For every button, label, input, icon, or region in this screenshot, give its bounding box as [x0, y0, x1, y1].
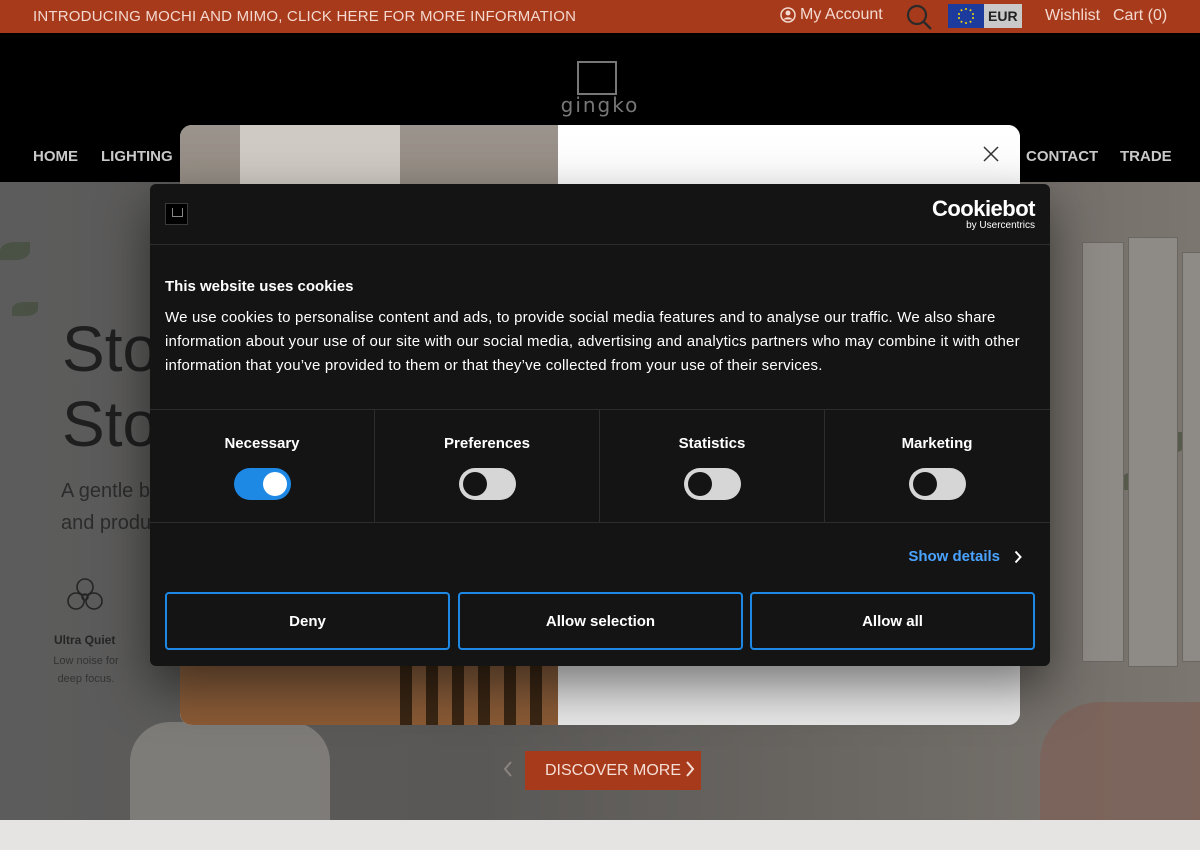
- flower-icon: [67, 578, 103, 610]
- deny-button[interactable]: Deny: [165, 592, 450, 650]
- hero-subtext-line: A gentle b: [61, 480, 150, 502]
- user-icon: [780, 7, 796, 23]
- category-marketing: Marketing: [825, 410, 1050, 523]
- cart-link[interactable]: Cart (0): [1113, 7, 1167, 25]
- chevron-left-icon[interactable]: [502, 760, 514, 778]
- category-label: Statistics: [678, 435, 746, 452]
- toggle-knob: [463, 472, 487, 496]
- feature-description: Low noise for deep focus.: [53, 655, 119, 685]
- site-logo-small: [165, 203, 188, 225]
- category-label: Necessary: [224, 435, 300, 452]
- close-icon[interactable]: [982, 145, 1000, 163]
- cookie-title: This website uses cookies: [165, 278, 354, 295]
- category-label: Marketing: [901, 435, 973, 452]
- statistics-toggle[interactable]: [684, 468, 741, 500]
- hero-headline-line: Sto: [62, 313, 159, 385]
- logo-wordmark: gingko: [560, 93, 640, 117]
- currency-selector[interactable]: EUR: [948, 4, 1022, 28]
- toggle-knob: [913, 472, 937, 496]
- discover-more-label: DISCOVER MORE: [545, 761, 682, 779]
- cookiebot-by: by Usercentrics: [966, 220, 1035, 231]
- site-logo[interactable]: gingko: [555, 59, 645, 117]
- logo-mark: [577, 61, 617, 95]
- cookie-description: We use cookies to personalise content an…: [165, 309, 1020, 374]
- category-preferences: Preferences: [375, 410, 600, 523]
- my-account-link[interactable]: My Account: [780, 6, 883, 24]
- promo-link[interactable]: INTRODUCING MOCHI AND MIMO, CLICK HERE F…: [33, 8, 576, 25]
- cookie-categories: Necessary Preferences Statistics Marketi…: [150, 409, 1050, 523]
- page-footer-strip: [0, 820, 1200, 850]
- cookiebot-logo[interactable]: Cookiebot by Usercentrics: [931, 196, 1036, 232]
- allow-all-button[interactable]: Allow all: [750, 592, 1035, 650]
- cookie-consent-dialog: Cookiebot by Usercentrics This website u…: [150, 184, 1050, 666]
- mug-image: [130, 722, 330, 820]
- search-icon: [906, 4, 932, 30]
- chevron-right-icon: [686, 761, 695, 777]
- necessary-toggle[interactable]: [234, 468, 291, 500]
- category-label: Preferences: [444, 435, 530, 452]
- book-spine: [1082, 242, 1124, 662]
- nav-contact[interactable]: CONTACT: [1026, 148, 1098, 165]
- chevron-right-icon: [1014, 550, 1022, 563]
- cookie-dialog-header: Cookiebot by Usercentrics: [150, 184, 1050, 245]
- search-button[interactable]: [905, 3, 933, 36]
- nav-lighting[interactable]: LIGHTING: [101, 148, 173, 165]
- category-necessary: Necessary: [150, 410, 375, 523]
- allow-selection-button[interactable]: Allow selection: [458, 592, 743, 650]
- nav-home[interactable]: HOME: [33, 148, 78, 165]
- discover-more-button[interactable]: DISCOVER MORE: [525, 751, 701, 790]
- plant-leaf: [12, 302, 38, 316]
- my-account-label: My Account: [800, 6, 883, 23]
- hand-image: [1040, 702, 1200, 820]
- toggle-knob: [688, 472, 712, 496]
- cookiebot-brand: Cookiebot: [931, 196, 1036, 221]
- nav-trade[interactable]: TRADE: [1120, 148, 1172, 165]
- plant-leaf: [0, 242, 30, 260]
- category-statistics: Statistics: [600, 410, 825, 523]
- currency-code: EUR: [988, 8, 1018, 24]
- book-spine: [1128, 237, 1178, 667]
- eu-flag-icon: [948, 4, 984, 28]
- book-spine: [1182, 252, 1200, 662]
- show-details-label: Show details: [908, 548, 1000, 565]
- announcement-bar: INTRODUCING MOCHI AND MIMO, CLICK HERE F…: [0, 0, 1200, 33]
- marketing-toggle[interactable]: [909, 468, 966, 500]
- preferences-toggle[interactable]: [459, 468, 516, 500]
- toggle-knob: [263, 472, 287, 496]
- feature-title: Ultra Quiet: [54, 633, 116, 647]
- show-details-link[interactable]: Show details: [908, 548, 1022, 565]
- wishlist-link[interactable]: Wishlist: [1045, 7, 1100, 25]
- hero-subtext-line: and produ: [61, 512, 152, 534]
- hero-headline-line: Sto: [62, 388, 159, 460]
